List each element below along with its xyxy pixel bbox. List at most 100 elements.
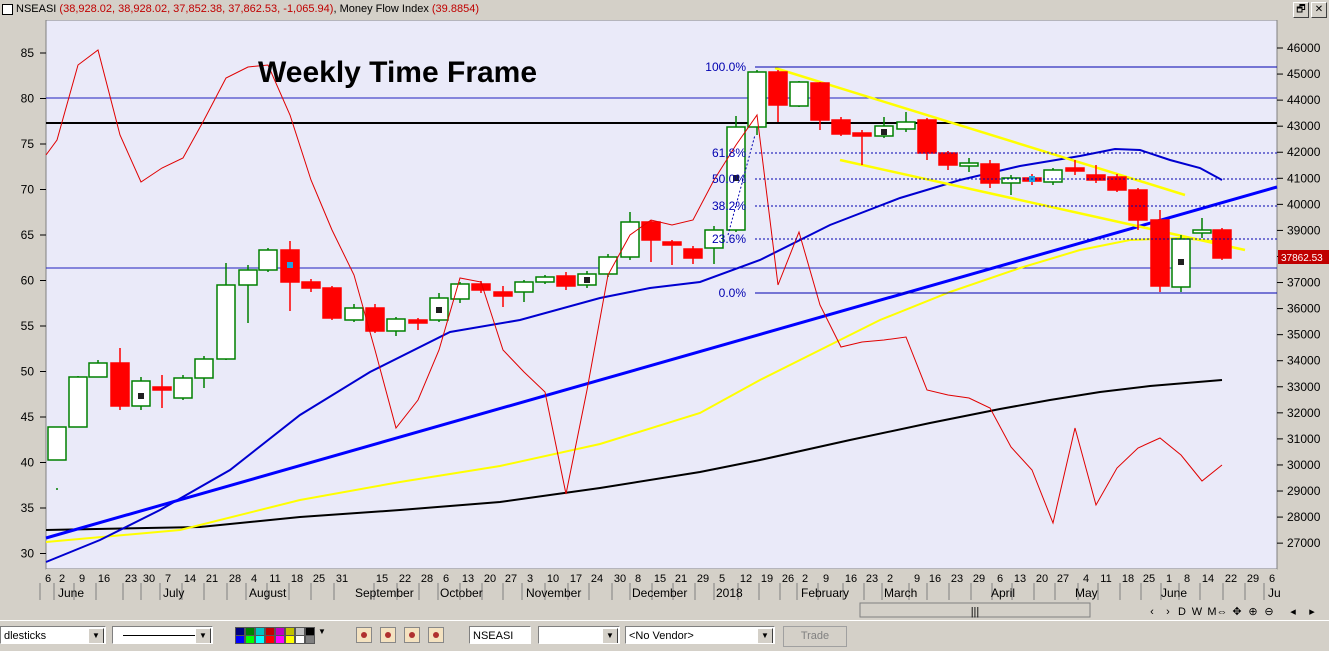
chevron-down-icon: ▼ [195,628,211,643]
date-tick-label: 27 [1057,573,1069,585]
color-palette[interactable] [235,627,315,644]
price-chart[interactable]: 100.0% 61.8% 50.0% 38.2% 23.6% 0.0% Weekly Ti… [0,20,1329,620]
date-tick-label: 6 [45,573,51,585]
right-axis-label: 29000 [1287,484,1321,498]
candle-marker [1178,259,1184,265]
date-tick-label: 30 [143,573,155,585]
date-tick-label: 2 [887,573,893,585]
color-swatch[interactable] [305,635,315,644]
chevron-down-icon: ▼ [757,628,773,643]
right-axis-label: 46000 [1287,41,1321,55]
toolbar-icon-1[interactable] [356,627,372,643]
nav-control[interactable]: ⇔ [1217,606,1228,618]
candle-marker [138,393,144,399]
candle-down [1212,229,1232,259]
close-button[interactable]: ✕ [1311,2,1327,18]
right-axis-label: 44000 [1287,93,1321,107]
candle-down [471,283,491,291]
date-tick-label: 15 [376,573,388,585]
date-tick-label: 18 [1122,573,1134,585]
nav-control[interactable]: ⊖ [1264,606,1273,618]
window-menu-icon[interactable] [2,4,13,15]
window-buttons: 🗗 ✕ [1293,2,1327,18]
color-swatch[interactable] [295,635,305,644]
nav-control[interactable]: ✥ [1232,606,1241,618]
month-label: February [801,586,849,600]
candle-down [980,163,1000,184]
right-axis-label: 31000 [1287,432,1321,446]
left-axis-label: 80 [21,92,35,106]
fib-level-label: 0.0% [719,286,747,300]
candle-up [789,81,809,107]
line-style-select[interactable]: ▼ [112,626,213,644]
date-tick-label: 5 [719,573,725,585]
symbol-field[interactable]: NSEASI [469,626,531,644]
color-swatch[interactable] [235,635,245,644]
left-axis-label: 70 [21,183,35,197]
month-label: April [991,586,1015,600]
candle-up [1043,169,1063,183]
right-axis-label: 45000 [1287,67,1321,81]
nav-control[interactable]: ⊕ [1248,606,1257,618]
nav-control[interactable]: M [1207,606,1216,618]
toolbar-icon-4[interactable] [428,627,444,643]
date-tick-label: 29 [1247,573,1259,585]
candle-up [959,162,979,167]
date-tick-label: 25 [1143,573,1155,585]
nav-control[interactable]: ▸ [1309,606,1315,618]
left-axis-label: 40 [21,456,35,470]
vendor-select[interactable]: <No Vendor> ▼ [625,626,775,644]
color-swatch[interactable] [265,635,275,644]
date-tick-label: 31 [336,573,348,585]
date-tick-label: 13 [462,573,474,585]
date-tick-label: 23 [866,573,878,585]
symbol-value: NSEASI [473,630,514,642]
candle-up [450,283,470,300]
date-tick-label: 6 [443,573,449,585]
candle-up [258,249,278,271]
date-tick-label: 15 [654,573,666,585]
candle-up [47,426,67,461]
date-tick-label: 8 [1184,573,1190,585]
date-tick-label: 4 [251,573,257,585]
color-swatch[interactable] [285,635,295,644]
candle-up [216,284,236,360]
nav-control[interactable]: ◂ [1290,606,1296,618]
right-axis-label: 35000 [1287,328,1321,342]
right-axis-label: 32000 [1287,406,1321,420]
date-tick-label: 20 [484,573,496,585]
chart-type-select[interactable]: dlesticks ▼ [0,626,106,644]
date-tick-label: 28 [229,573,241,585]
date-tick-label: 6 [997,573,1003,585]
nav-control[interactable]: D [1178,606,1186,618]
date-tick-label: 14 [184,573,196,585]
right-axis-label: 34000 [1287,354,1321,368]
toolbar-icon-2[interactable] [380,627,396,643]
left-axis-label: 55 [21,319,35,333]
date-tick-label: 12 [740,573,752,585]
timeframe-select[interactable]: ▼ [538,626,620,644]
date-tick-label: 9 [823,573,829,585]
fib-level-label: 38.2% [712,199,746,213]
candle-down [1065,167,1085,172]
right-axis-label: 43000 [1287,119,1321,133]
color-swatch[interactable] [275,635,285,644]
nav-control[interactable]: › [1166,606,1170,618]
nav-control[interactable]: W [1192,606,1203,618]
toolbar-icon-3[interactable] [404,627,420,643]
palette-dropdown-icon[interactable]: ▼ [318,627,326,636]
trade-button[interactable]: Trade [783,626,847,647]
nav-control[interactable]: ‹ [1150,606,1154,618]
candle-down [152,386,172,391]
left-axis-label: 85 [21,46,35,60]
caption-indicator-value: (39.8854) [431,3,479,15]
month-label: October [440,586,483,600]
right-axis-label: 33000 [1287,380,1321,394]
nav-control[interactable]: ||| [971,606,980,618]
color-swatch[interactable] [255,635,265,644]
restore-button[interactable]: 🗗 [1293,2,1309,18]
color-swatch[interactable] [245,635,255,644]
date-tick-label: 11 [1100,573,1111,585]
right-axis-label: 30000 [1287,458,1321,472]
candle-up [88,362,108,378]
